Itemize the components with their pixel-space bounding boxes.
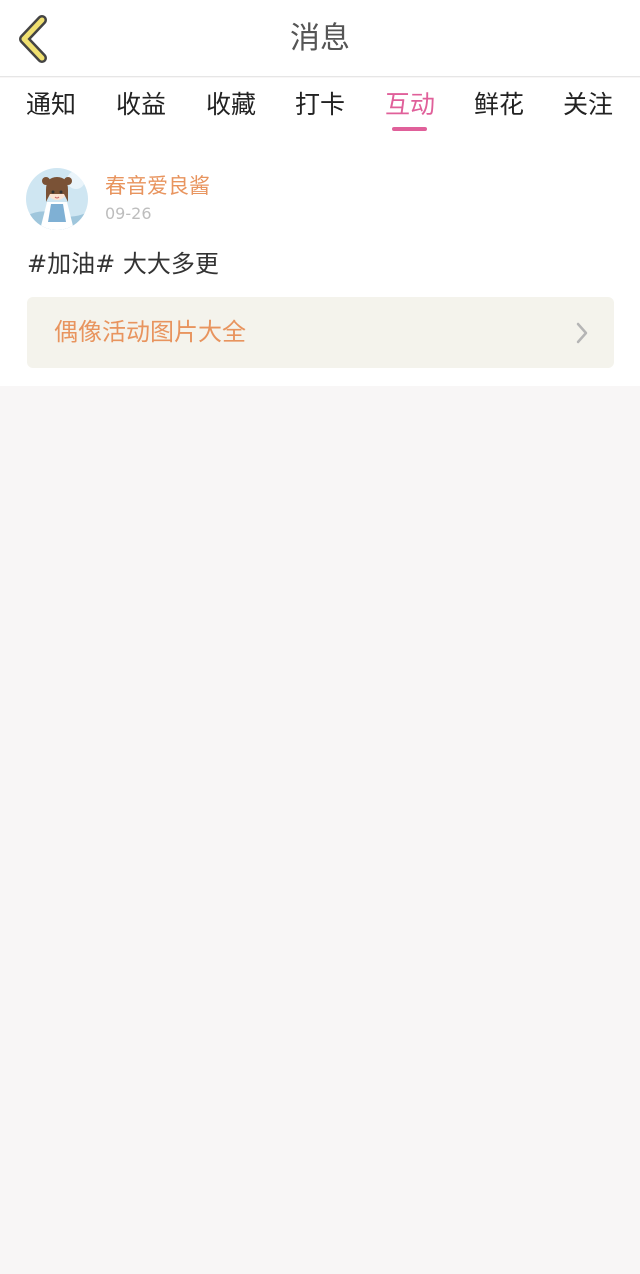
- page-title: 消息: [290, 21, 350, 56]
- username[interactable]: 春音爱良酱: [105, 172, 210, 200]
- tab-following[interactable]: 关注: [563, 88, 613, 122]
- top-bar: 消息: [0, 0, 640, 77]
- tab-earnings[interactable]: 收益: [116, 88, 166, 122]
- active-tab-indicator: [392, 127, 427, 131]
- avatar[interactable]: [26, 168, 88, 230]
- tab-favorites[interactable]: 收藏: [206, 88, 256, 122]
- tab-bar: 通知 收益 收藏 打卡 互动 鲜花 关注: [0, 78, 640, 136]
- linked-post-title: 偶像活动图片大全: [54, 318, 246, 346]
- linked-post-card[interactable]: 偶像活动图片大全: [27, 297, 614, 368]
- tab-interactions[interactable]: 互动: [385, 88, 435, 122]
- tab-notifications[interactable]: 通知: [26, 88, 76, 122]
- message-text: #加油# 大大多更: [27, 250, 219, 278]
- tab-flowers[interactable]: 鲜花: [474, 88, 524, 122]
- chevron-right-icon: [576, 322, 588, 344]
- message-item: 春音爱良酱 09-26 #加油# 大大多更 偶像活动图片大全: [0, 136, 640, 386]
- tab-checkin[interactable]: 打卡: [295, 88, 345, 122]
- message-date: 09-26: [105, 204, 152, 223]
- avatar-image: [26, 168, 88, 230]
